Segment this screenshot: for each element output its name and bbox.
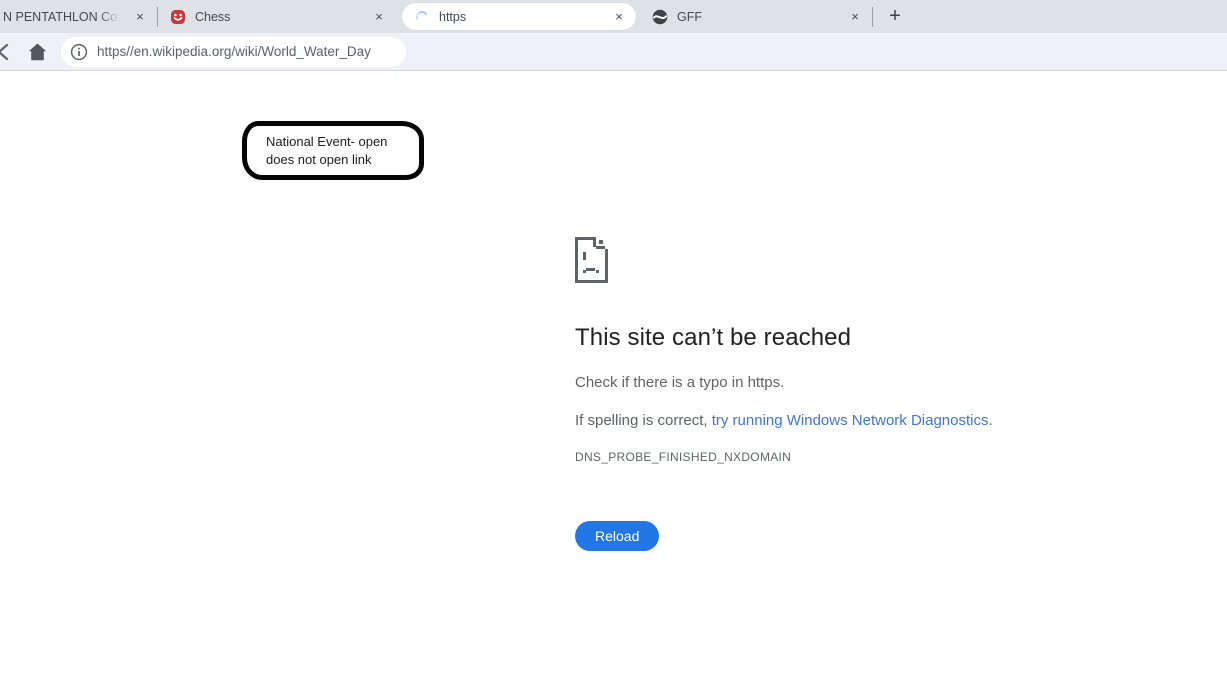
tab-strip: N PENTATHLON Compet × Chess × https × GF… [0, 0, 1227, 33]
close-tab-icon[interactable]: × [610, 8, 628, 26]
tab-divider [872, 7, 873, 27]
error-title: This site can’t be reached [575, 324, 1095, 352]
chess-favicon-icon [170, 9, 186, 25]
close-tab-icon[interactable]: × [846, 8, 864, 26]
url-text[interactable]: https//en.wikipedia.org/wiki/World_Water… [97, 44, 371, 59]
error-message-typo: Check if there is a typo in https. [575, 372, 1095, 393]
close-tab-icon[interactable]: × [131, 8, 149, 26]
error-page: This site can’t be reached Check if ther… [575, 237, 1095, 551]
loading-spinner-icon [415, 9, 430, 24]
tab-chess[interactable]: Chess × [158, 0, 396, 33]
tab-label: https [439, 10, 602, 24]
tab-label: Chess [195, 10, 362, 24]
home-button[interactable] [26, 41, 48, 63]
tab-pentathlon[interactable]: N PENTATHLON Compet × [0, 0, 157, 33]
reload-button[interactable]: Reload [575, 521, 659, 551]
home-icon [28, 43, 47, 61]
annotation-text-line1: National Event- open [266, 133, 419, 151]
globe-favicon-icon [652, 9, 668, 25]
sad-file-icon [575, 237, 608, 283]
browser-toolbar: https//en.wikipedia.org/wiki/World_Water… [0, 33, 1227, 71]
annotation-text-line2: does not open link [266, 151, 419, 169]
page-content: National Event- open does not open link … [0, 71, 1227, 698]
tab-gff[interactable]: GFF × [642, 0, 872, 33]
new-tab-button[interactable]: + [882, 4, 908, 30]
tab-label: N PENTATHLON Compet [3, 10, 123, 24]
hand-drawn-annotation: National Event- open does not open link [242, 121, 424, 180]
close-tab-icon[interactable]: × [370, 8, 388, 26]
message-prefix: If spelling is correct, [575, 412, 712, 429]
address-bar[interactable]: https//en.wikipedia.org/wiki/World_Water… [61, 37, 406, 67]
info-icon[interactable] [70, 43, 88, 61]
error-message-spelling: If spelling is correct, try running Wind… [575, 410, 1095, 431]
back-icon [0, 42, 14, 62]
error-code: DNS_PROBE_FINISHED_NXDOMAIN [575, 450, 1095, 464]
tab-label: GFF [677, 10, 838, 24]
network-diagnostics-link[interactable]: try running Windows Network Diagnostics [712, 412, 989, 429]
back-button[interactable] [0, 41, 14, 63]
message-suffix: . [989, 412, 993, 429]
tab-https-active[interactable]: https × [402, 3, 636, 30]
